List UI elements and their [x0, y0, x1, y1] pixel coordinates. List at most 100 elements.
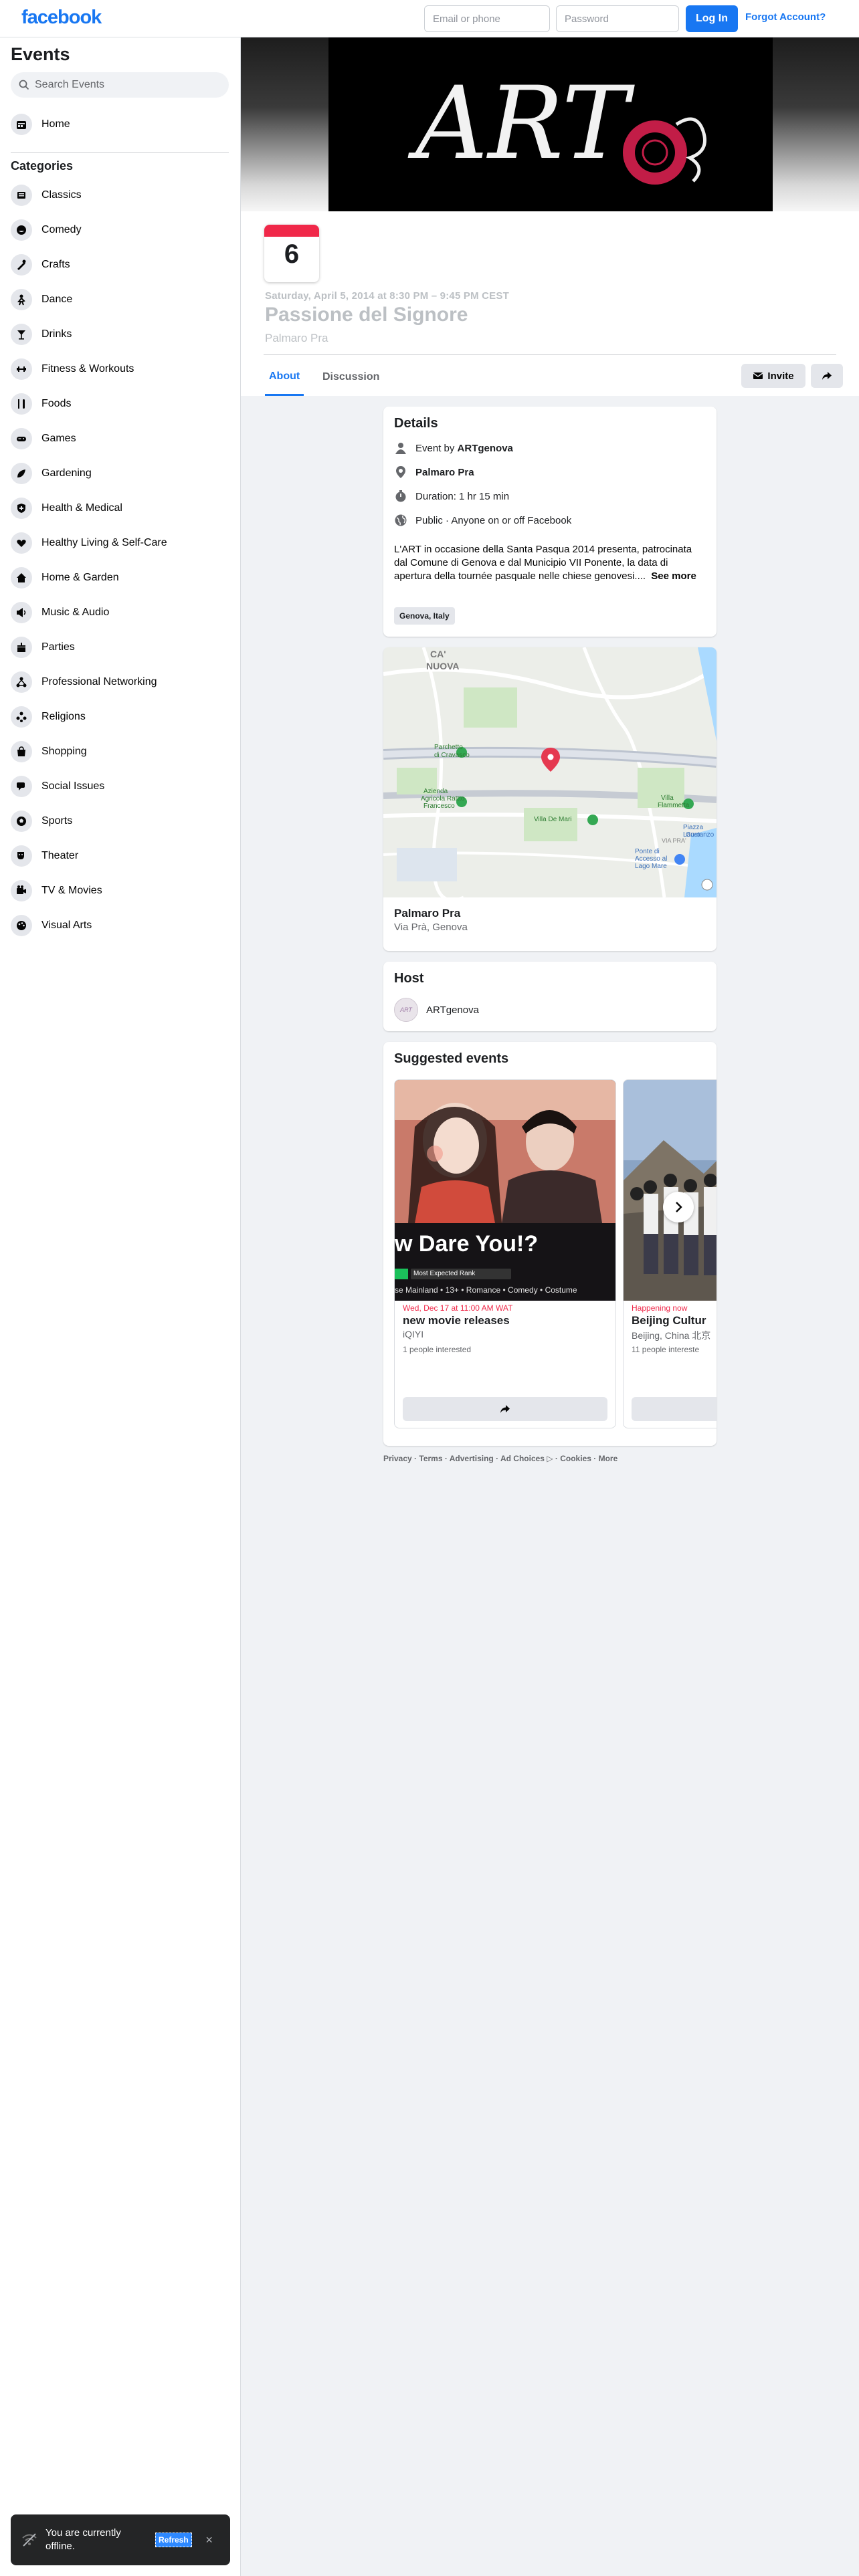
suggested-event-card[interactable]: Happening now Beijing Cultur Beijing, Ch…: [623, 1079, 717, 1428]
footer-link-advertising[interactable]: Advertising: [450, 1454, 494, 1463]
sidebar-item-label: Home: [41, 118, 70, 130]
toast-message: You are currently offline.: [45, 2527, 121, 2552]
invite-button[interactable]: Invite: [741, 364, 805, 388]
sidebar-item-parties[interactable]: Parties: [11, 634, 75, 661]
sidebar-item-label: Religions: [41, 711, 86, 722]
search-placeholder: Search Events: [35, 79, 105, 90]
date-badge: 6: [264, 225, 319, 282]
svg-text:ART: ART: [407, 66, 636, 182]
crafts-icon: [11, 254, 32, 276]
sidebar-item-gardening[interactable]: Gardening: [11, 460, 92, 487]
ad-choices-icon: ▷: [547, 1454, 553, 1463]
event-by-host-link[interactable]: ARTgenova: [458, 443, 513, 454]
home-icon: [11, 114, 32, 135]
location-map[interactable]: CA' NUOVA Parchetto di Cravasco Azienda …: [383, 647, 717, 897]
sidebar-item-music[interactable]: Music & Audio: [11, 599, 109, 626]
suggested-event-card[interactable]: w Dare You!? Most Expected Rank se Mainl…: [394, 1079, 616, 1428]
suggested-event-host: iQIYI: [403, 1329, 424, 1339]
email-field[interactable]: Email or phone: [424, 5, 550, 32]
host-row[interactable]: ART ARTgenova: [394, 998, 479, 1022]
duration-text: Duration: 1 hr 15 min: [415, 490, 510, 502]
sidebar-item-home[interactable]: Home: [11, 111, 70, 138]
sidebar-item-crafts[interactable]: Crafts: [11, 251, 70, 278]
classics-icon: [11, 185, 32, 206]
suggested-events-card: Suggested events w Dare You!? Most Expec…: [383, 1042, 717, 1446]
share-button[interactable]: [403, 1397, 607, 1421]
sidebar-item-home-garden[interactable]: Home & Garden: [11, 564, 119, 591]
sidebar-item-dance[interactable]: Dance: [11, 286, 72, 313]
suggested-title: Suggested events: [394, 1051, 509, 1066]
see-more-link[interactable]: See more: [651, 570, 696, 582]
suggested-event-date: Wed, Dec 17 at 11:00 AM WAT: [403, 1303, 513, 1313]
sidebar-item-healthy-living[interactable]: Healthy Living & Self-Care: [11, 530, 167, 556]
event-photo: [624, 1080, 717, 1301]
suggested-event-title[interactable]: Beijing Cultur: [632, 1314, 706, 1327]
poster-title: w Dare You!?: [395, 1231, 539, 1257]
tab-about[interactable]: About: [265, 358, 304, 396]
close-icon[interactable]: ×: [201, 2532, 217, 2548]
suggested-event-date: Happening now: [632, 1303, 688, 1313]
login-button[interactable]: Log In: [686, 5, 738, 32]
sidebar-item-visual-arts[interactable]: Visual Arts: [11, 912, 92, 939]
footer-link-terms[interactable]: Terms: [419, 1454, 442, 1463]
comedy-icon: [11, 219, 32, 241]
sidebar-item-networking[interactable]: Professional Networking: [11, 669, 157, 695]
footer-link-privacy[interactable]: Privacy: [383, 1454, 412, 1463]
sidebar-item-social-issues[interactable]: Social Issues: [11, 773, 104, 800]
sidebar-item-theater[interactable]: Theater: [11, 843, 78, 869]
sidebar-item-comedy[interactable]: Comedy: [11, 217, 82, 243]
social-issues-icon: [11, 776, 32, 797]
tab-discussion[interactable]: Discussion: [318, 358, 383, 396]
host-avatar: ART: [394, 998, 418, 1022]
envelope-icon: [753, 372, 763, 379]
sidebar-item-religions[interactable]: Religions: [11, 704, 86, 730]
event-poster: w Dare You!? Most Expected Rank se Mainl…: [395, 1080, 615, 1301]
map-place-name[interactable]: Palmaro Pra: [394, 907, 460, 920]
foods-icon: [11, 393, 32, 415]
sidebar-item-health[interactable]: Health & Medical: [11, 495, 122, 522]
gardening-icon: [11, 463, 32, 484]
search-icon: [19, 80, 29, 90]
host-title: Host: [394, 971, 424, 986]
host-card: Host ART ARTgenova: [383, 962, 717, 1031]
suggested-event-host: Beijing, China 北京: [632, 1330, 711, 1341]
categories-title: Categories: [11, 159, 74, 173]
sidebar-item-fitness[interactable]: Fitness & Workouts: [11, 356, 134, 383]
header-divider: [264, 354, 836, 355]
sidebar-item-games[interactable]: Games: [11, 425, 76, 452]
map-poi: Costanzo: [686, 831, 714, 839]
sidebar-item-sports[interactable]: Sports: [11, 808, 72, 835]
sidebar-item-label: Visual Arts: [41, 920, 92, 931]
place-link[interactable]: Palmaro Pra: [415, 467, 474, 478]
suggested-event-title[interactable]: new movie releases: [403, 1314, 510, 1327]
sidebar-item-shopping[interactable]: Shopping: [11, 738, 87, 765]
search-events-input[interactable]: Search Events: [11, 72, 229, 98]
sidebar-item-label: Fitness & Workouts: [41, 363, 134, 374]
share-button[interactable]: [811, 364, 843, 388]
health-icon: [11, 498, 32, 519]
privacy-text: Public · Anyone on or off Facebook: [415, 514, 572, 526]
password-field[interactable]: Password: [556, 5, 679, 32]
sidebar-item-drinks[interactable]: Drinks: [11, 321, 72, 348]
location-tag[interactable]: Genova, Italy: [394, 607, 455, 625]
sidebar-item-tv-movies[interactable]: TV & Movies: [11, 877, 102, 904]
sidebar-item-classics[interactable]: Classics: [11, 182, 82, 209]
suggested-event-interest: 1 people interested: [403, 1345, 472, 1354]
stopwatch-icon: [395, 490, 406, 502]
footer-link-more[interactable]: More: [599, 1454, 618, 1463]
carousel-next-button[interactable]: [663, 1192, 694, 1222]
event-location[interactable]: Palmaro Pra: [265, 332, 328, 345]
sidebar-item-label: Health & Medical: [41, 502, 122, 514]
sidebar-item-foods[interactable]: Foods: [11, 391, 71, 417]
share-icon: [500, 1405, 510, 1413]
tv-movies-icon: [11, 880, 32, 901]
facebook-logo[interactable]: facebook: [21, 7, 102, 29]
sidebar-item-label: Home & Garden: [41, 572, 119, 583]
sidebar-item-label: Games: [41, 433, 76, 444]
refresh-button[interactable]: Refresh: [155, 2533, 192, 2547]
forgot-account-link[interactable]: Forgot Account?: [745, 11, 826, 23]
share-button[interactable]: [632, 1397, 717, 1421]
footer-link-ad-choices[interactable]: Ad Choices: [500, 1454, 545, 1463]
footer-link-cookies[interactable]: Cookies: [560, 1454, 591, 1463]
home-garden-icon: [11, 567, 32, 588]
